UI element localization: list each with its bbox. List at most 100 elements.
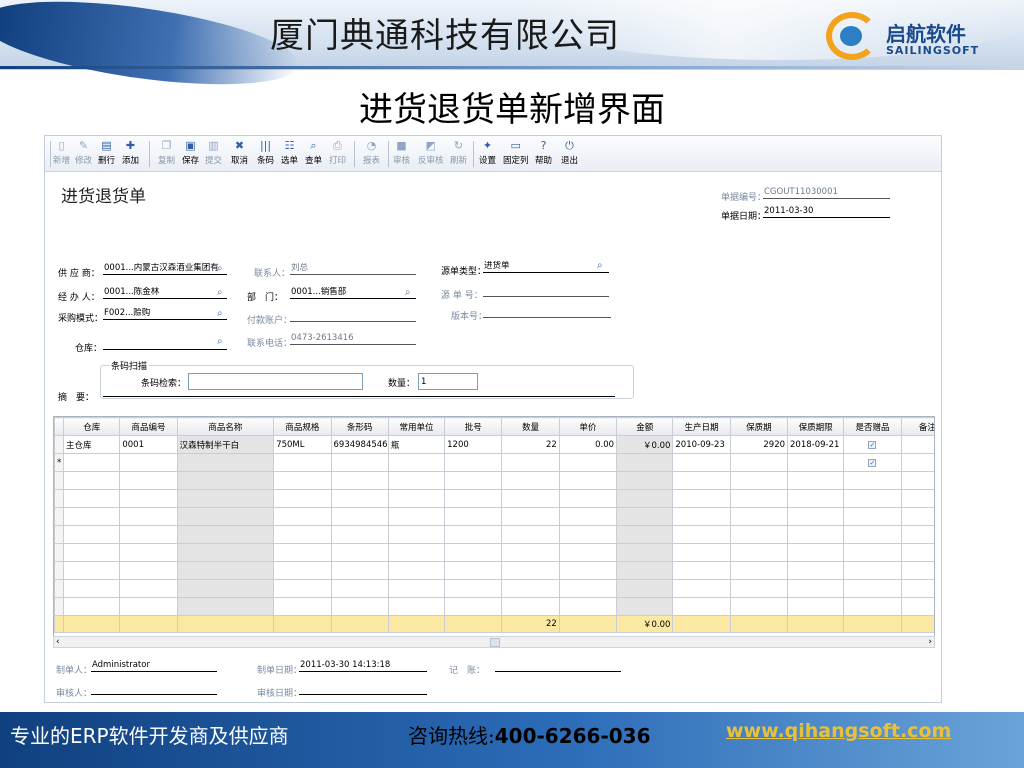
grid-cell-price[interactable] [558,543,618,562]
grid-cell-qty[interactable] [501,579,560,598]
row-selector[interactable] [54,543,65,562]
grid-cell-batch[interactable] [444,507,503,526]
grid-cell-gift[interactable] [843,507,902,526]
version-field[interactable] [483,306,611,318]
grid-cell-shelf[interactable] [729,597,789,616]
grid-horizontal-scrollbar[interactable]: ‹ › [53,636,935,648]
purchase-mode-field[interactable]: F002...赊购 [103,308,227,320]
toolbar-exit-button[interactable]: ⏻ 退出 [561,139,578,169]
grid-cell-barcode[interactable] [330,543,389,562]
grid-cell-barcode[interactable] [330,453,389,472]
grid-cell-name[interactable]: 汉森特制半干白 [176,435,275,454]
phone-field[interactable]: 0473-2613416 [290,333,416,345]
dept-lookup-icon[interactable]: ⌕ [405,287,416,298]
table-row[interactable] [54,543,934,562]
grid-cell-barcode[interactable] [330,579,389,598]
grid-cell-expire[interactable] [787,525,845,544]
toolbar-report-button[interactable]: ◔ 报表 [363,139,380,169]
toolbar-barcode-button[interactable]: ||| 条码 [257,139,274,169]
grid-cell-code[interactable] [119,579,178,598]
grid-cell-price[interactable] [558,471,618,490]
toolbar-settings-button[interactable]: ✦ 设置 [479,139,496,169]
row-selector[interactable] [54,615,65,633]
grid-cell-barcode[interactable] [330,525,389,544]
grid-cell-prod_date[interactable] [672,489,731,508]
grid-cell-spec[interactable] [273,489,332,508]
grid-cell-shelf[interactable] [729,525,789,544]
grid-cell-amount[interactable] [616,507,674,526]
grid-cell-code[interactable] [119,597,178,616]
row-selector[interactable] [54,507,65,526]
column-header[interactable]: 商品规格 [273,417,332,436]
column-header[interactable]: 保质期 [729,417,789,436]
toolbar-print-button[interactable]: ⎙ 打印 [329,139,346,169]
grid-cell-price[interactable]: 0.00 [558,435,618,454]
handler-lookup-icon[interactable]: ⌕ [217,287,228,298]
grid-cell-note[interactable] [900,579,934,598]
grid-cell-name[interactable] [176,489,275,508]
grid-cell-prod_date[interactable] [672,543,731,562]
grid-cell-code[interactable] [119,525,178,544]
grid-cell-unit[interactable] [387,543,446,562]
maker-field[interactable]: Administrator [91,660,217,672]
column-header[interactable]: 数量 [501,417,560,436]
table-row[interactable]: * ✓ [54,453,934,472]
row-selector[interactable] [54,597,65,616]
grid-cell-spec[interactable] [273,579,332,598]
grid-cell-barcode[interactable] [330,507,389,526]
contact-field[interactable]: 刘总 [290,263,416,275]
auditor-field[interactable] [91,683,217,695]
summary-field[interactable] [103,386,615,397]
grid-cell-code[interactable]: 0001 [119,435,178,454]
grid-cell-unit[interactable] [387,597,446,616]
gift-checkbox[interactable]: ✓ [868,440,877,449]
grid-cell-unit[interactable]: 瓶 [387,435,446,454]
scroll-right-icon[interactable]: › [928,637,932,647]
toolbar-copy-button[interactable]: ❐ 复制 [158,139,175,169]
grid-cell-batch[interactable]: 1200 [444,435,503,454]
toolbar-cancel-button[interactable]: ✖ 取消 [231,139,248,169]
row-selector[interactable] [54,561,65,580]
grid-cell-shelf[interactable] [729,579,789,598]
grid-cell-amount[interactable] [616,453,674,472]
column-header[interactable]: 保质期限 [787,417,845,436]
grid-cell-gift[interactable] [843,471,902,490]
grid-cell-batch[interactable] [444,543,503,562]
table-row[interactable] [54,489,934,508]
grid-cell-code[interactable] [119,453,178,472]
table-row[interactable] [54,471,934,490]
grid-cell-code[interactable] [119,471,178,490]
dept-field[interactable]: 0001...销售部 [290,287,416,299]
grid-cell-spec[interactable] [273,597,332,616]
grid-cell-note[interactable] [900,507,934,526]
grid-cell-shelf[interactable]: 2920 [729,435,789,454]
row-selector[interactable] [54,471,65,490]
grid-cell-warehouse[interactable] [63,525,121,544]
grid-cell-gift[interactable]: ✓ [843,453,902,472]
grid-cell-spec[interactable] [273,471,332,490]
row-selector[interactable] [54,435,65,454]
column-header[interactable]: 条形码 [330,417,389,436]
grid-cell-warehouse[interactable] [63,507,121,526]
grid-cell-price[interactable] [558,579,618,598]
grid-cell-warehouse[interactable] [63,453,121,472]
grid-cell-unit[interactable] [387,507,446,526]
grid-cell-prod_date[interactable] [672,561,731,580]
grid-cell-gift[interactable] [843,561,902,580]
grid-cell-name[interactable] [176,525,275,544]
grid-cell-code[interactable] [119,507,178,526]
grid-cell-amount[interactable] [616,543,674,562]
grid-cell-batch[interactable] [444,489,503,508]
grid-cell-prod_date[interactable] [672,507,731,526]
grid-cell-qty[interactable] [501,453,560,472]
toolbar-approve-button[interactable]: ■ 审核 [393,139,410,169]
toolbar-submit-button[interactable]: ▥ 提交 [205,139,222,169]
grid-cell-amount[interactable]: ￥0.00 [616,435,674,454]
toolbar-query-button[interactable]: ⌕ 查单 [305,139,322,169]
grid-cell-shelf[interactable] [729,543,789,562]
scroll-left-icon[interactable]: ‹ [56,637,60,647]
grid-cell-shelf[interactable] [729,561,789,580]
grid-cell-unit[interactable] [387,525,446,544]
table-row[interactable]: 主仓库0001汉森特制半干白750ML6934984546275瓶1200220… [54,435,934,454]
column-header[interactable]: 是否赠品 [843,417,902,436]
